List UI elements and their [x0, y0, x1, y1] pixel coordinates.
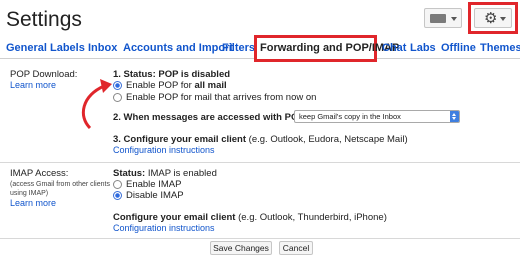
section-divider [0, 162, 520, 163]
tab-filters[interactable]: Filters [222, 42, 255, 54]
imap-description-line1: (access Gmail from other clients [10, 181, 110, 188]
keyboard-icon [430, 14, 446, 23]
gear-icon: ⚙ [484, 9, 498, 27]
tab-labs[interactable]: Labs [410, 42, 436, 54]
pop-enable-all-label: Enable POP for all mail [126, 80, 227, 91]
page-title: Settings [6, 8, 82, 31]
settings-gear-button[interactable]: ⚙ [474, 8, 512, 28]
footer-divider [0, 238, 520, 239]
tab-labels[interactable]: Labels [50, 42, 85, 54]
cancel-button[interactable]: Cancel [279, 241, 313, 255]
imap-enable-radio[interactable] [113, 180, 122, 189]
pop-action-select[interactable]: keep Gmail's copy in the Inbox [294, 110, 460, 123]
pop-configuration-instructions-link[interactable]: Configuration instructions [113, 145, 215, 155]
pop-status: 1. Status: POP is disabled [113, 69, 231, 80]
pop-section-label: POP Download: [10, 69, 78, 80]
tab-offline[interactable]: Offline [441, 42, 476, 54]
imap-configure-label: Configure your email client (e.g. Outloo… [113, 212, 387, 223]
tab-accounts-and-import[interactable]: Accounts and Import [123, 42, 233, 54]
imap-learn-more-link[interactable]: Learn more [10, 198, 56, 208]
pop-enable-now-label: Enable POP for mail that arrives from no… [126, 92, 317, 103]
chevron-down-icon [500, 17, 506, 21]
imap-description-line2: using IMAP) [10, 190, 49, 197]
tab-forwarding-pop-imap[interactable]: Forwarding and POP/IMAP [260, 42, 399, 54]
tab-chat[interactable]: Chat [382, 42, 406, 54]
tab-general[interactable]: General [6, 42, 47, 54]
tab-themes[interactable]: Themes [480, 42, 520, 54]
select-arrows-icon [450, 111, 459, 122]
imap-disable-radio[interactable] [113, 191, 122, 200]
tab-inbox[interactable]: Inbox [88, 42, 117, 54]
chevron-down-icon [451, 17, 457, 21]
keyboard-button[interactable] [424, 8, 462, 28]
pop-configure-label: 3. Configure your email client (e.g. Out… [113, 134, 408, 145]
curved-arrow-annotation [81, 79, 112, 130]
imap-enable-label: Enable IMAP [126, 179, 182, 190]
imap-section-label: IMAP Access: [10, 168, 69, 179]
imap-disable-label: Disable IMAP [126, 190, 184, 201]
imap-configuration-instructions-link[interactable]: Configuration instructions [113, 223, 215, 233]
save-changes-button[interactable]: Save Changes [210, 241, 272, 255]
pop-when-accessed-label: 2. When messages are accessed with POP [113, 112, 305, 123]
imap-status: Status: IMAP is enabled [113, 168, 217, 179]
pop-learn-more-link[interactable]: Learn more [10, 80, 56, 90]
